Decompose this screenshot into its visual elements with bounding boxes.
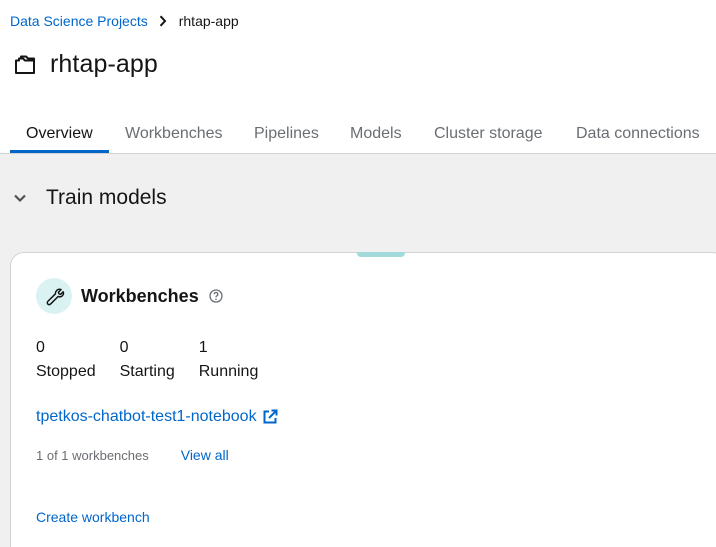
stat-stopped: 0 Stopped [36,338,96,382]
section-title: Train models [46,186,167,209]
project-folder-icon [13,53,37,77]
stat-running: 1 Running [199,338,259,382]
breadcrumb: Data Science Projects rhtap-app [10,13,239,29]
workbenches-card: Workbenches 0 Stopped 0 Starting 1 Runni… [10,252,716,547]
page-title: rhtap-app [50,50,158,78]
active-tab-indicator [10,150,109,153]
wrench-icon [36,278,72,314]
angle-right-icon [159,15,167,27]
workbench-count-text: 1 of 1 workbenches [36,447,149,463]
stat-label: Starting [119,363,175,380]
stat-count: 1 [198,339,208,356]
tab-workbenches[interactable]: Workbenches [125,114,223,153]
stat-count: 0 [36,339,45,356]
card-title: Workbenches [81,285,199,306]
stat-starting: 0 Starting [120,338,175,382]
tab-data-connections[interactable]: Data connections [576,114,700,153]
project-tabs: Overview Workbenches Pipelines Models Cl… [0,114,716,154]
stat-label: Running [198,363,259,380]
train-models-section: Train models Workbenches 0 Stopped 0 Sta… [0,154,716,547]
tab-cluster-storage[interactable]: Cluster storage [434,114,543,153]
stat-label: Stopped [36,363,96,380]
card-accent-bar [357,252,405,257]
tab-overview[interactable]: Overview [26,114,93,153]
breadcrumb-data-science-projects[interactable]: Data Science Projects [10,13,148,29]
section-toggle[interactable]: Train models [12,186,167,210]
project-details-page: Data Science Projects rhtap-app rhtap-ap… [0,0,716,547]
chevron-down-icon[interactable] [12,190,28,206]
create-workbench-button[interactable]: Create workbench [36,509,150,525]
view-all-link[interactable]: View all [181,447,229,463]
external-link-icon[interactable] [262,409,278,425]
card-header: Workbenches [36,278,223,314]
question-circle-icon[interactable] [209,289,223,303]
tab-models[interactable]: Models [350,114,402,153]
stat-count: 0 [119,339,129,356]
workbench-count-row: 1 of 1 workbenches View all [36,447,229,463]
notebook-link-label[interactable]: tpetkos-chatbot-test1-notebook [36,408,257,426]
tab-pipelines[interactable]: Pipelines [254,114,319,153]
breadcrumb-current: rhtap-app [178,13,239,29]
page-header: rhtap-app [13,50,158,79]
workbench-status-summary: 0 Stopped 0 Starting 1 Running [36,338,282,382]
notebook-link[interactable]: tpetkos-chatbot-test1-notebook [36,408,278,426]
